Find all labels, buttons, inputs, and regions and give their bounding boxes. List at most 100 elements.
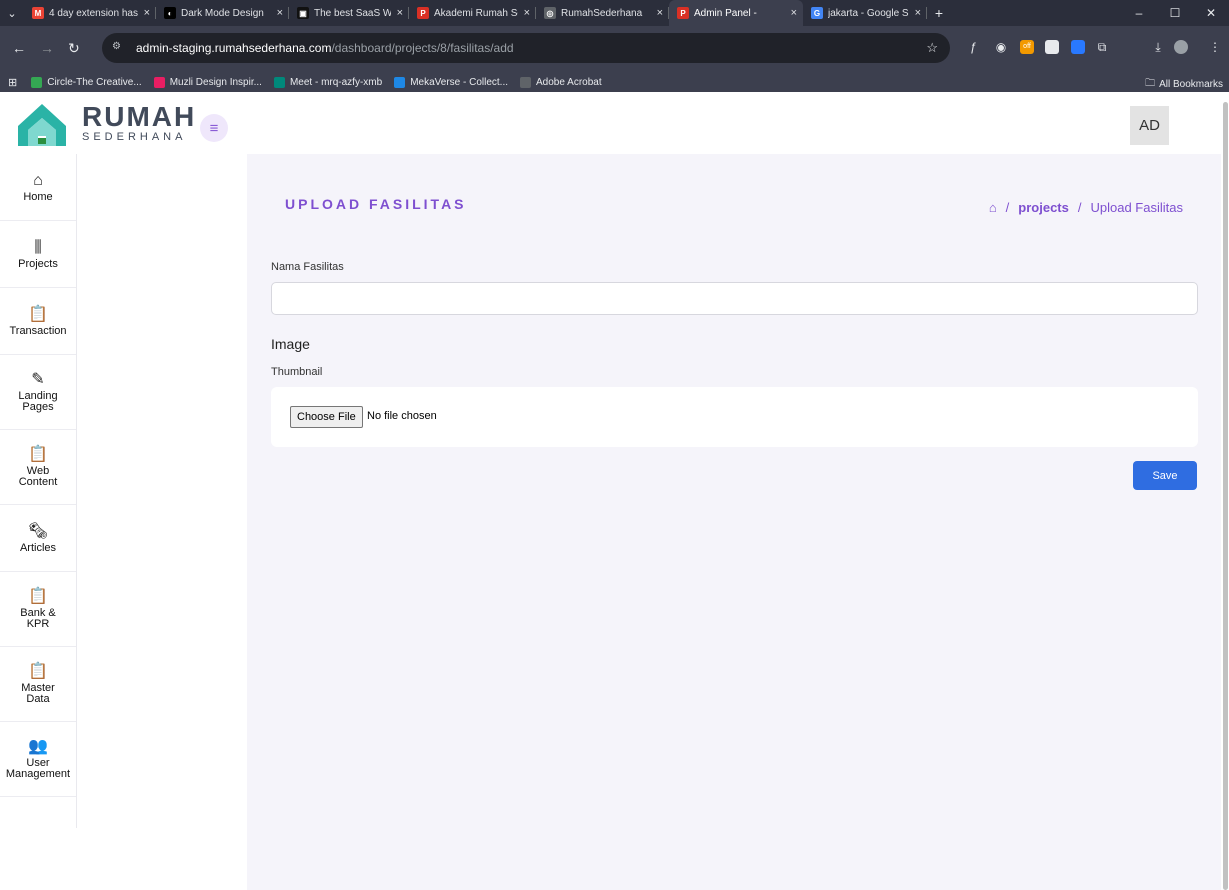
edit-icon: ✎ bbox=[31, 371, 45, 388]
forward-icon[interactable]: → bbox=[40, 40, 54, 56]
choose-file-button[interactable]: Choose File bbox=[290, 406, 363, 428]
tab-strip: M4 day extension has × ◐ Dark Mode Design × ▣… bbox=[24, 0, 927, 26]
download-icon[interactable]: ⤓ bbox=[1151, 40, 1165, 54]
save-button[interactable]: Save bbox=[1133, 461, 1197, 490]
tab-close-icon[interactable]: × bbox=[791, 7, 797, 19]
tab-title: Dark Mode Design bbox=[181, 7, 264, 19]
tab-favicon-icon: G bbox=[811, 7, 823, 19]
bookmark-star-icon[interactable]: ☆ bbox=[926, 40, 938, 56]
browser-tab[interactable]: P Akademi Rumah Sed × bbox=[409, 0, 536, 26]
scrollbar-thumb[interactable] bbox=[1223, 102, 1228, 890]
tab-close-icon[interactable]: × bbox=[397, 7, 403, 19]
tab-favicon-icon: P bbox=[677, 7, 689, 19]
bookmark-item[interactable]: Adobe Acrobat bbox=[520, 76, 602, 88]
browser-tab[interactable]: ◎ RumahSederhana × bbox=[536, 0, 669, 26]
no-file-chosen-text: No file chosen bbox=[367, 410, 437, 422]
bookmark-favicon-icon bbox=[153, 76, 165, 88]
bookmark-favicon-icon bbox=[273, 76, 285, 88]
clipboard-icon: 📋 bbox=[28, 305, 48, 323]
all-bookmarks[interactable]: 🗀 All Bookmarks bbox=[1145, 76, 1223, 93]
url-path: /dashboard/projects/8/fasilitas/add bbox=[331, 41, 514, 55]
url-bar[interactable]: ⚙ admin-staging.rumahsederhana.com/dashb… bbox=[102, 33, 950, 63]
tab-close-icon[interactable]: × bbox=[657, 7, 663, 19]
sidebar-item-projects[interactable]: ⫼ Projects bbox=[0, 221, 76, 288]
sidebar-item-bank[interactable]: 📋 Bank & KPR bbox=[0, 572, 76, 647]
breadcrumb-projects-link[interactable]: projects bbox=[1018, 200, 1069, 215]
clipboard-icon: 📋 bbox=[28, 663, 48, 680]
tab-title: jakarta - Google Sea bbox=[828, 7, 909, 19]
sidebar-item-label: Articles bbox=[19, 541, 57, 554]
url-host: admin-staging.rumahsederhana.com bbox=[136, 41, 332, 55]
page-title: UPLOAD FASILITAS bbox=[285, 196, 467, 212]
browser-tab[interactable]: P Admin Panel - × bbox=[669, 0, 803, 26]
breadcrumb-current: Upload Fasilitas bbox=[1090, 200, 1184, 215]
admin-page: RUMAH SEDERHANA ≡ AD ⌂ Home ⫼ Projects 📋 Tran… bbox=[0, 92, 1221, 890]
tab-favicon-icon: M bbox=[32, 7, 44, 19]
tab-title: Admin Panel - bbox=[694, 7, 757, 19]
extension-icon[interactable]: ◉ bbox=[994, 40, 1008, 54]
breadcrumb-home-icon[interactable]: ⌂ bbox=[989, 200, 997, 215]
sidebar-item-transaction[interactable]: 📋 Transaction bbox=[0, 288, 76, 355]
back-icon[interactable]: ← bbox=[12, 40, 26, 56]
browser-menu-icon[interactable]: ⋮ bbox=[1208, 40, 1222, 54]
site-info-icon[interactable]: ⚙ bbox=[112, 41, 128, 55]
tab-search-icon[interactable]: ⌄ bbox=[0, 0, 24, 26]
extensions-puzzle-icon[interactable]: ⧉ bbox=[1095, 40, 1109, 54]
browser-tab[interactable]: M 4 day extension has × bbox=[24, 0, 156, 26]
reload-icon[interactable]: ↻ bbox=[68, 40, 80, 57]
nama-fasilitas-input[interactable] bbox=[271, 282, 1198, 315]
profile-icon[interactable] bbox=[1174, 40, 1188, 54]
tab-close-icon[interactable]: × bbox=[915, 7, 921, 19]
browser-tab[interactable]: Gjakarta - Google Sea × bbox=[803, 0, 927, 26]
maximize-icon[interactable]: ☐ bbox=[1157, 6, 1193, 20]
thumbnail-label: Thumbnail bbox=[271, 366, 323, 378]
all-bookmarks-label: All Bookmarks bbox=[1159, 79, 1223, 90]
close-window-icon[interactable]: ✕ bbox=[1193, 6, 1229, 20]
bookmark-favicon-icon bbox=[520, 76, 531, 88]
bookmark-favicon-icon bbox=[394, 76, 406, 88]
sidebar-item-label: Master Data bbox=[21, 682, 55, 705]
extension-icon[interactable] bbox=[1071, 40, 1085, 54]
sidebar-item-label: Home bbox=[23, 190, 53, 203]
tab-close-icon[interactable]: × bbox=[277, 7, 283, 19]
bookmark-label: MekaVerse - Collect... bbox=[410, 76, 508, 88]
users-icon: 👥 bbox=[28, 738, 48, 755]
sidebar-item-home[interactable]: ⌂ Home bbox=[0, 154, 76, 221]
tab-close-icon[interactable]: × bbox=[524, 7, 530, 19]
news-icon: 🗞 bbox=[27, 522, 49, 540]
breadcrumb-separator: / bbox=[1077, 200, 1082, 215]
sidebar-item-label: Bank & KPR bbox=[20, 607, 56, 630]
menu-toggle-icon[interactable]: ≡ bbox=[200, 114, 228, 142]
browser-tab[interactable]: ▣ The best SaaS Web × bbox=[289, 0, 409, 26]
sidebar-item-articles[interactable]: 🗞 Articles bbox=[0, 505, 76, 572]
tab-title: 4 day extension has bbox=[49, 7, 138, 19]
avatar[interactable]: AD bbox=[1130, 106, 1169, 145]
bookmark-item[interactable]: Circle-The Creative... bbox=[31, 76, 142, 88]
tab-favicon-icon: ◐ bbox=[164, 7, 176, 19]
tab-close-icon[interactable]: × bbox=[144, 7, 150, 19]
fx-extension-icon[interactable]: ƒ bbox=[966, 40, 980, 54]
bookmark-item[interactable]: Muzli Design Inspir... bbox=[153, 76, 262, 88]
honey-extension-icon[interactable]: off bbox=[1020, 40, 1034, 54]
clipboard-icon: 📋 bbox=[28, 588, 48, 605]
page-scrollbar[interactable] bbox=[1221, 92, 1229, 890]
main-content: UPLOAD FASILITAS ⌂ / projects / Upload F… bbox=[247, 154, 1221, 890]
extension-icon[interactable] bbox=[1045, 40, 1059, 54]
new-tab-button[interactable]: + bbox=[927, 5, 951, 21]
brand-tagline: SEDERHANA bbox=[82, 131, 187, 143]
browser-tab[interactable]: ◐ Dark Mode Design × bbox=[156, 0, 289, 26]
bookmark-favicon-icon bbox=[31, 76, 43, 88]
apps-grid-icon[interactable]: ⊞ bbox=[8, 76, 17, 89]
bookmark-label: Meet - mrq-azfy-xmb bbox=[289, 76, 383, 88]
brand: RUMAH SEDERHANA bbox=[82, 103, 196, 144]
thumbnail-file-input: Choose File No file chosen bbox=[271, 387, 1198, 447]
sidebar-item-web[interactable]: 📋 Web Content bbox=[0, 430, 76, 505]
minimize-icon[interactable]: – bbox=[1121, 6, 1157, 20]
tab-favicon-icon: P bbox=[417, 7, 429, 19]
bookmark-item[interactable]: MekaVerse - Collect... bbox=[394, 76, 508, 88]
sidebar-item-master[interactable]: 📋 Master Data bbox=[0, 647, 76, 722]
sidebar-item-landing[interactable]: ✎ Landing Pages bbox=[0, 355, 76, 430]
sidebar-item-user[interactable]: 👥 User Management bbox=[0, 722, 76, 797]
breadcrumb: ⌂ / projects / Upload Fasilitas bbox=[989, 200, 1183, 215]
bookmark-item[interactable]: Meet - mrq-azfy-xmb bbox=[273, 76, 383, 88]
